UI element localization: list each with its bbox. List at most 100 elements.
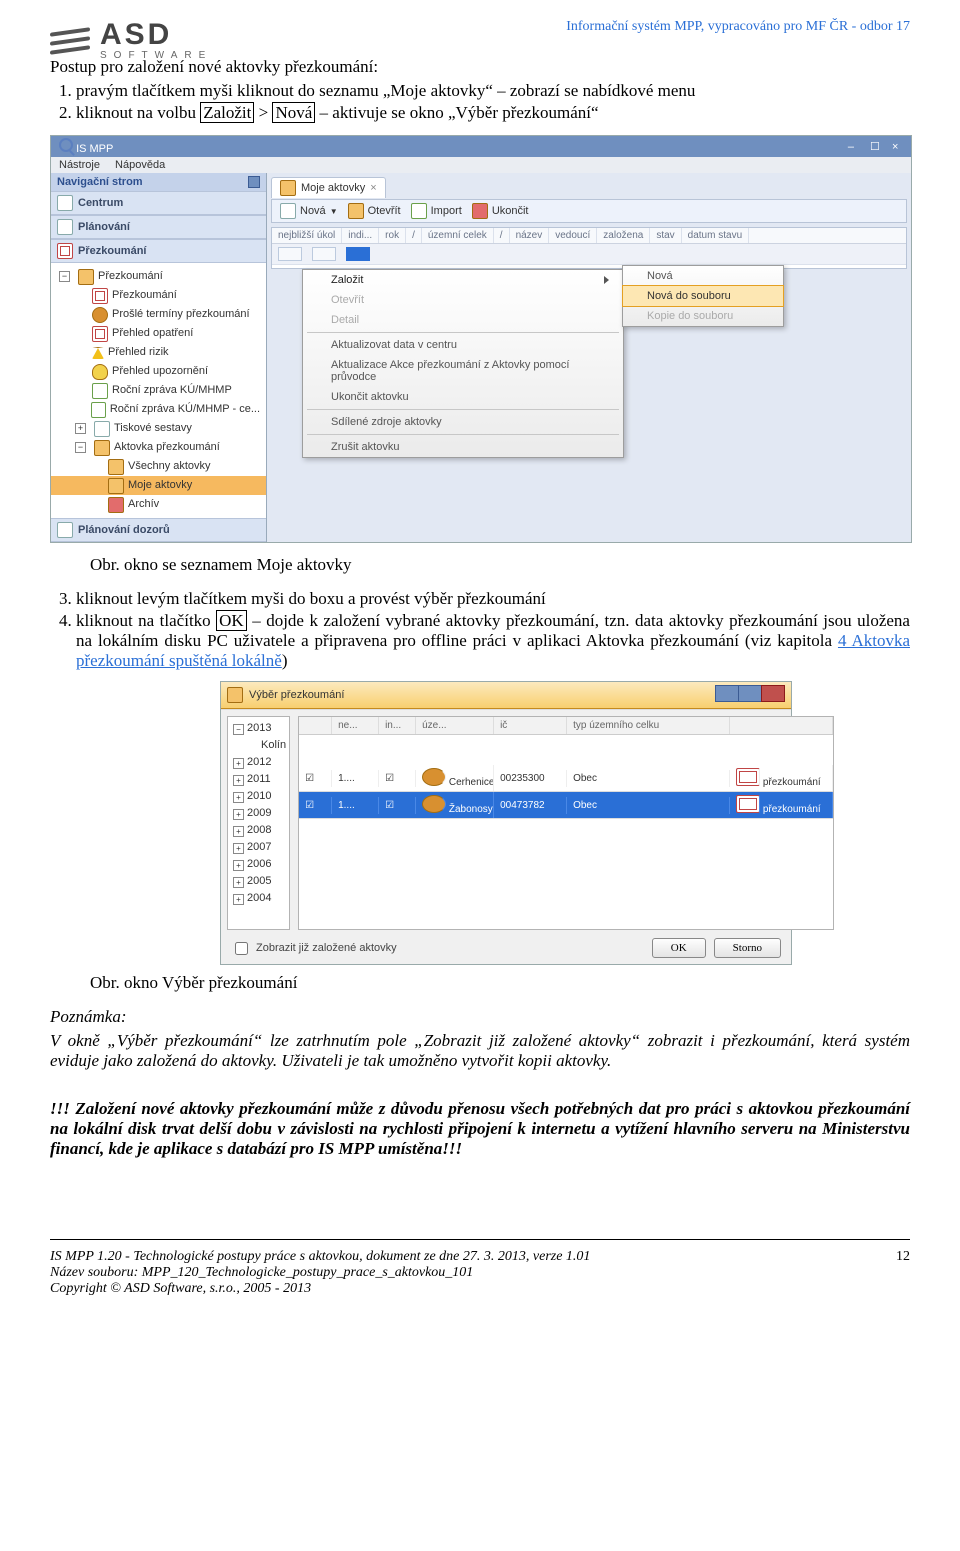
tree-node[interactable]: Prošlé termíny přezkoumání [51,305,266,324]
menu-tools[interactable]: Nástroje [59,159,100,171]
folder-icon [280,180,296,196]
grid2-row[interactable]: ☑1....☑ Cerhenice00235300Obec přezkoumán… [299,765,833,792]
ctx-item[interactable]: Detail [303,310,623,330]
sect-prez[interactable]: Přezkoumání [78,245,146,257]
nav-tree[interactable]: −PřezkoumáníPřezkoumáníProšlé termíny př… [51,263,266,518]
show-founded-checkbox[interactable]: Zobrazit již založené aktovky [231,939,397,958]
context-submenu[interactable]: NováNová do souboruKopie do souboru [622,265,784,327]
tree-node[interactable]: Přezkoumání [51,286,266,305]
ctx-item[interactable]: Ukončit aktovku [303,387,623,407]
tb-import[interactable]: Import [411,203,462,219]
col-header[interactable]: rok [379,228,406,243]
year-node[interactable]: 2008 [231,822,286,839]
ctx-item[interactable]: Sdílené zdroje aktovky [303,412,623,432]
col-header[interactable]: datum stavu [682,228,749,243]
year-node[interactable]: 2013 [231,720,286,737]
year-node[interactable]: 2012 [231,754,286,771]
close-icon[interactable] [761,685,785,702]
col-header[interactable]: název [510,228,550,243]
ctx-item[interactable]: Aktualizace Akce přezkoumání z Aktovky p… [303,355,623,387]
ctx-sub-item[interactable]: Kopie do souboru [623,306,783,326]
year-node[interactable]: 2006 [231,856,286,873]
max-icon[interactable] [738,685,762,702]
col-header[interactable]: / [406,228,422,243]
year-node[interactable]: 2005 [231,873,286,890]
pin-icon[interactable] [248,176,260,188]
selection-grid[interactable]: ne...in...úze...ičtyp územního celku ☑1.… [298,716,834,930]
min-icon[interactable] [715,685,739,702]
tb-ukoncit[interactable]: Ukončit [472,203,529,219]
grid-filter-row[interactable] [272,244,906,265]
row-icon [422,768,446,786]
tree-node[interactable]: Přehled opatření [51,324,266,343]
year-node[interactable]: 2010 [231,788,286,805]
col-header[interactable]: indi... [342,228,379,243]
ctx-sub-item[interactable]: Nová do souboru [622,285,784,307]
screenshot-vyber: Výběr přezkoumání 2013Kolín2012201120102… [220,681,792,965]
chk-zobrazit[interactable] [235,942,248,955]
ctx-item[interactable]: Založit [303,270,623,290]
sect-centrum[interactable]: Centrum [78,197,123,209]
col2-header[interactable] [730,717,833,734]
grid2-header: ne...in...úze...ičtyp územního celku [299,717,833,735]
tree-node[interactable]: −Přezkoumání [51,267,266,286]
box-zalozit: Založit [200,102,254,123]
tree-node[interactable]: Moje aktovky [51,476,266,495]
tab-moje-aktovky[interactable]: Moje aktovky × [271,177,386,198]
sect-dozor[interactable]: Plánování dozorů [78,524,170,536]
col2-header[interactable]: ič [494,717,567,734]
dialog-window-controls [716,685,785,705]
col2-header[interactable]: úze... [416,717,494,734]
nav-panel: Navigační strom Centrum Plánování Přezko… [51,173,267,542]
col-header[interactable]: územní celek [422,228,494,243]
open-icon [348,203,364,219]
col-header[interactable]: / [494,228,510,243]
year-node[interactable]: 2004 [231,890,286,907]
year-node[interactable]: 2011 [231,771,286,788]
tab-close-icon[interactable]: × [370,182,376,194]
context-menu[interactable]: ZaložitOtevřítDetail Aktualizovat data v … [302,269,624,458]
import-icon [411,203,427,219]
node-label: Prošlé termíny přezkoumání [112,305,250,324]
ok-button[interactable]: OK [652,938,706,958]
tb-nova[interactable]: Nová ▼ [280,203,338,219]
storno-button[interactable]: Storno [714,938,781,958]
tree-node[interactable]: +Tiskové sestavy [51,419,266,438]
ctx-item[interactable]: Zrušit aktovku [303,437,623,457]
tree-node[interactable]: Přehled rizik [51,343,266,362]
col-header[interactable]: vedoucí [549,228,597,243]
grid2-row[interactable]: ☑1....☑ Žabonosy00473782Obec přezkoumání [299,792,833,819]
year-node[interactable]: 2007 [231,839,286,856]
tree-node[interactable]: Roční zpráva KÚ/MHMP [51,381,266,400]
app-icon [59,138,73,152]
tree-node[interactable]: −Aktovka přezkoumání [51,438,266,457]
year-node[interactable]: 2009 [231,805,286,822]
ctx-item[interactable]: Otevřít [303,290,623,310]
min-icon[interactable]: – [848,141,859,152]
page-number: 12 [896,1249,910,1265]
col-header[interactable]: založena [597,228,650,243]
col2-header[interactable]: in... [379,717,416,734]
tree-node[interactable]: Roční zpráva KÚ/MHMP - ce... [51,400,266,419]
col2-header[interactable]: ne... [332,717,379,734]
ctx-item[interactable]: Aktualizovat data v centru [303,335,623,355]
prez-icon [57,243,73,259]
tree-node[interactable]: Archív [51,495,266,514]
tb-otevrit[interactable]: Otevřít [348,203,401,219]
tree-node[interactable]: Přehled upozornění [51,362,266,381]
ctx-sub-item[interactable]: Nová [623,266,783,286]
col-header[interactable]: stav [650,228,681,243]
max-icon[interactable]: ☐ [870,140,881,151]
year-child[interactable]: Kolín [231,737,286,754]
chapter-link[interactable]: 4 Aktovka přezkoumání spuštěná lokálně [76,631,910,670]
col2-header[interactable]: typ územního celku [567,717,730,734]
sect-plan[interactable]: Plánování [78,221,130,233]
close-icon[interactable]: × [892,141,903,152]
tree-node[interactable]: Všechny aktovky [51,457,266,476]
col-header[interactable]: nejbližší úkol [272,228,342,243]
menu-help[interactable]: Nápověda [115,159,165,171]
year-tree[interactable]: 2013Kolín2012201120102009200820072006200… [227,716,290,930]
node-icon [108,459,124,475]
nav-title: Navigační strom [57,176,143,188]
col2-header[interactable] [299,717,332,734]
